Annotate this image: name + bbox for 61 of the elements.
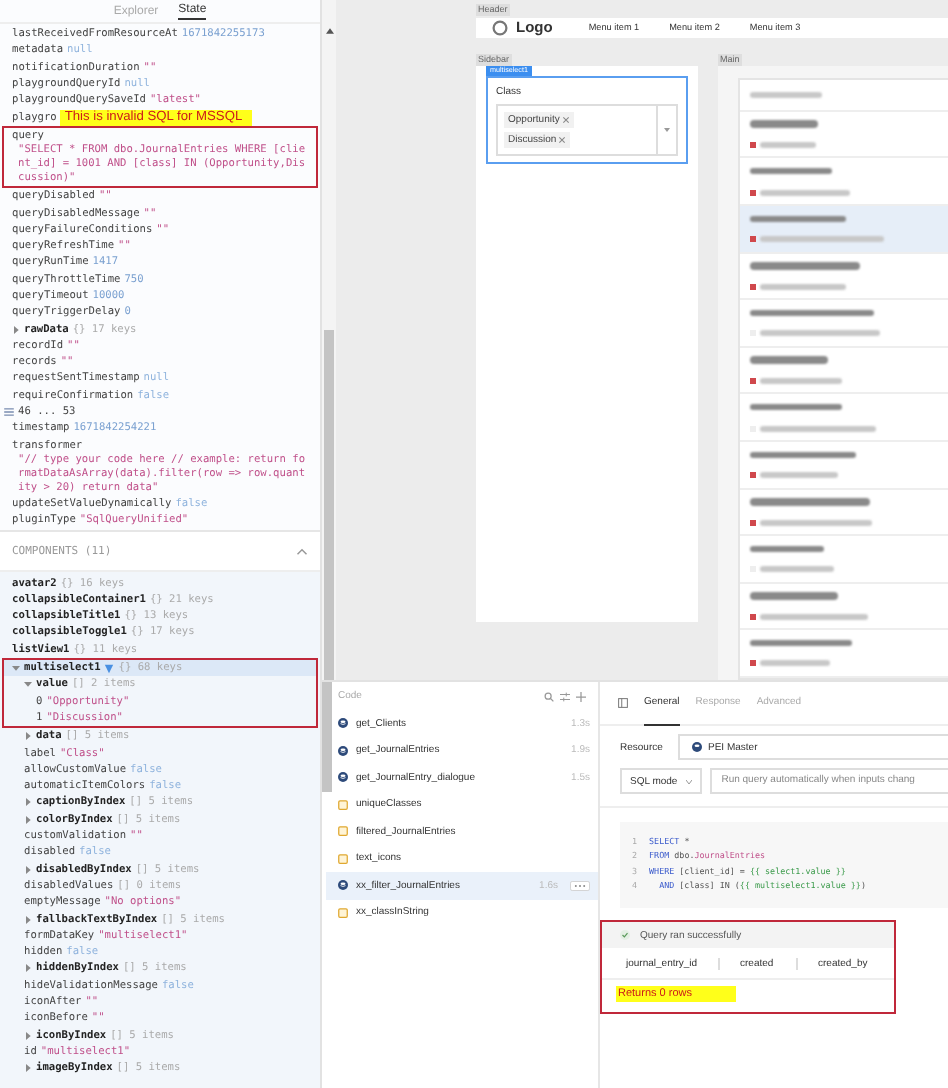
scrollbar-thumb[interactable] [324, 330, 334, 680]
database-icon [338, 772, 348, 783]
blurred-text [760, 613, 868, 620]
caret-icon[interactable] [24, 1031, 32, 1040]
blurred-text [760, 283, 846, 290]
caret-icon[interactable] [24, 964, 32, 973]
search-icon[interactable] [544, 691, 554, 701]
caret-icon[interactable] [12, 325, 20, 334]
caret-icon[interactable] [24, 1064, 32, 1073]
remove-icon[interactable] [558, 135, 567, 144]
add-icon[interactable] [576, 691, 586, 701]
blurred-text [760, 377, 842, 384]
more-icon[interactable] [570, 879, 590, 892]
square-icon [338, 826, 348, 837]
caret-icon[interactable] [664, 127, 670, 132]
blurred-text [750, 545, 824, 553]
blurred-text [760, 660, 830, 667]
database-icon [692, 742, 702, 752]
scrollbar-thumb[interactable] [322, 682, 332, 792]
blurred-text [750, 91, 822, 98]
square-icon [338, 907, 348, 918]
database-icon [338, 745, 348, 756]
blurred-text [760, 472, 838, 479]
caret-icon [685, 779, 692, 783]
blurred-text [760, 519, 872, 526]
blurred-text [750, 451, 856, 459]
blurred-text [760, 330, 880, 337]
blurred-text [750, 167, 832, 175]
logo-icon [492, 19, 508, 36]
blurred-text [760, 236, 884, 243]
blurred-text [750, 498, 870, 506]
blurred-text [760, 566, 834, 573]
blurred-text [750, 120, 818, 128]
list-row[interactable] [740, 206, 948, 254]
blurred-text [750, 262, 860, 270]
caret-icon[interactable] [24, 915, 32, 923]
blurred-text [750, 356, 828, 364]
caret-icon[interactable] [24, 815, 32, 824]
blurred-text [750, 309, 874, 317]
chevron-icon[interactable] [296, 547, 308, 556]
caret-icon[interactable] [24, 798, 32, 807]
target-icon[interactable] [104, 663, 115, 674]
blurred-text [750, 592, 838, 600]
blurred-text [760, 425, 876, 431]
scroll-up-icon[interactable] [325, 28, 333, 34]
caret-icon[interactable] [24, 732, 32, 741]
check-icon [620, 930, 630, 941]
database-icon [338, 880, 348, 891]
database-icon [338, 718, 348, 729]
blurred-text [760, 141, 816, 148]
square-icon [338, 799, 348, 810]
lines-icon[interactable] [4, 408, 14, 417]
panel-icon[interactable] [618, 698, 628, 708]
blurred-text [750, 639, 852, 647]
blurred-text [750, 403, 842, 411]
caret-icon[interactable] [24, 865, 32, 874]
blurred-text [750, 215, 846, 223]
blurred-text [760, 189, 850, 196]
square-icon [338, 853, 348, 864]
remove-icon[interactable] [561, 115, 570, 124]
filter-icon[interactable] [560, 691, 570, 701]
